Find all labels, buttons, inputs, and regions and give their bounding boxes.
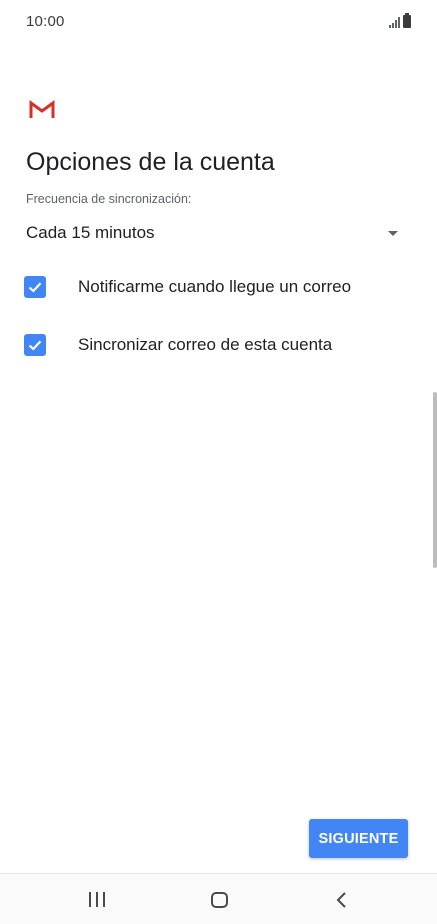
notify-option[interactable]: Notificarme cuando llegue un correo (24, 267, 414, 307)
sync-frequency-label: Frecuencia de sincronización: (26, 192, 192, 206)
status-bar: 10:00 (0, 0, 437, 44)
status-icons (389, 13, 411, 28)
checkmark-icon (28, 340, 42, 351)
signal-icon (389, 16, 400, 28)
status-time: 10:00 (26, 13, 65, 30)
dropdown-arrow-icon (388, 230, 398, 236)
next-button[interactable]: SIGUIENTE (309, 819, 408, 858)
sync-checkbox[interactable] (24, 334, 46, 356)
back-button[interactable] (312, 874, 372, 924)
sync-option-label: Sincronizar correo de esta cuenta (78, 335, 333, 354)
sync-frequency-value: Cada 15 minutos (26, 223, 155, 242)
recent-apps-icon (89, 892, 105, 907)
back-icon (336, 891, 346, 908)
sync-frequency-dropdown[interactable]: Cada 15 minutos (26, 216, 406, 250)
page-title: Opciones de la cuenta (26, 148, 275, 176)
scrollbar[interactable] (433, 392, 437, 568)
navigation-bar (0, 873, 437, 924)
recent-apps-button[interactable] (67, 874, 127, 924)
gmail-logo-icon (29, 100, 55, 118)
notify-checkbox[interactable] (24, 276, 46, 298)
notify-option-label: Notificarme cuando llegue un correo (78, 277, 352, 296)
battery-icon (403, 13, 411, 28)
sync-option[interactable]: Sincronizar correo de esta cuenta (24, 325, 414, 365)
home-icon (210, 891, 228, 908)
checkmark-icon (28, 282, 42, 293)
home-button[interactable] (189, 874, 249, 924)
